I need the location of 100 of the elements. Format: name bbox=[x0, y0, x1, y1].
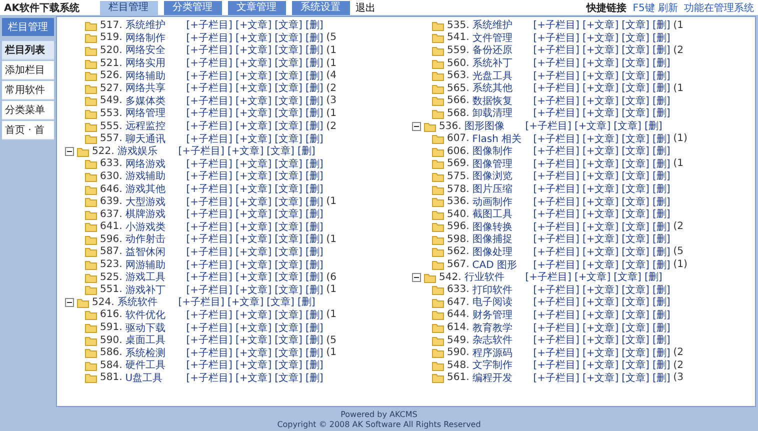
category-link[interactable]: 教育教学 bbox=[472, 320, 530, 335]
sidebar-item[interactable]: 添加栏目 bbox=[2, 61, 54, 80]
action-link[interactable]: [删] bbox=[305, 132, 324, 146]
action-link[interactable]: [删] bbox=[652, 333, 670, 348]
action-link[interactable]: [文章] bbox=[274, 106, 302, 120]
action-link[interactable]: [文章] bbox=[614, 270, 642, 284]
sidebar-item[interactable]: 常用软件 bbox=[2, 81, 54, 100]
category-link[interactable]: Flash 相关 bbox=[472, 132, 530, 146]
action-link[interactable]: [+子栏目] bbox=[533, 94, 580, 108]
sidebar-heading[interactable]: 栏目管理 bbox=[2, 18, 54, 36]
action-link[interactable]: [+子栏目] bbox=[533, 132, 580, 146]
action-link[interactable]: [删] bbox=[652, 258, 670, 272]
action-link[interactable]: [删] bbox=[652, 81, 670, 96]
category-link[interactable]: U盘工具 bbox=[125, 370, 184, 385]
action-link[interactable]: [+文章] bbox=[582, 333, 619, 348]
action-link[interactable]: [+文章] bbox=[582, 144, 619, 158]
action-link[interactable]: [+子栏目] bbox=[186, 182, 232, 196]
collapse-icon[interactable] bbox=[65, 146, 74, 156]
action-link[interactable]: [+文章] bbox=[235, 370, 272, 385]
action-link[interactable]: [删] bbox=[652, 295, 670, 310]
action-link[interactable]: [文章] bbox=[622, 182, 650, 196]
action-link[interactable]: [+文章] bbox=[235, 232, 272, 246]
category-link[interactable]: 系统补丁 bbox=[472, 56, 530, 70]
action-link[interactable]: [文章] bbox=[622, 346, 650, 360]
action-link[interactable]: [文章] bbox=[274, 232, 302, 246]
action-link[interactable]: [删] bbox=[652, 220, 670, 234]
action-link[interactable]: [+文章] bbox=[235, 132, 272, 146]
action-link[interactable]: [+文章] bbox=[582, 43, 619, 58]
action-link[interactable]: [删] bbox=[305, 220, 324, 234]
action-link[interactable]: [文章] bbox=[274, 68, 302, 83]
action-link[interactable]: [文章] bbox=[622, 333, 650, 348]
action-link[interactable]: [+文章] bbox=[235, 156, 272, 171]
action-link[interactable]: [+文章] bbox=[574, 119, 611, 134]
action-link[interactable]: [删] bbox=[305, 182, 324, 196]
action-link[interactable]: [+文章] bbox=[582, 182, 619, 196]
action-link[interactable]: [+文章] bbox=[235, 358, 272, 372]
action-link[interactable]: [+子栏目] bbox=[533, 106, 580, 120]
action-link[interactable]: [文章] bbox=[622, 232, 650, 246]
action-link[interactable]: [+子栏目] bbox=[186, 370, 232, 385]
action-link[interactable]: [+子栏目] bbox=[533, 295, 580, 310]
action-link[interactable]: [+文章] bbox=[582, 132, 619, 146]
action-link[interactable]: [文章] bbox=[266, 144, 294, 158]
action-link[interactable]: [文章] bbox=[622, 244, 650, 259]
action-link[interactable]: [删] bbox=[652, 132, 670, 146]
action-link[interactable]: [+子栏目] bbox=[186, 244, 232, 259]
action-link[interactable]: [+文章] bbox=[582, 207, 619, 222]
action-link[interactable]: [+文章] bbox=[582, 258, 619, 272]
action-link[interactable]: [删] bbox=[297, 295, 316, 310]
category-link[interactable]: 网络管理 bbox=[125, 106, 184, 120]
action-link[interactable]: [文章] bbox=[622, 282, 650, 297]
action-link[interactable]: [+文章] bbox=[235, 18, 272, 32]
action-link[interactable]: [删] bbox=[305, 333, 324, 348]
action-link[interactable]: [+子栏目] bbox=[533, 220, 580, 234]
action-link[interactable]: [文章] bbox=[622, 320, 650, 335]
action-link[interactable]: [删] bbox=[652, 106, 670, 120]
action-link[interactable]: [+子栏目] bbox=[186, 132, 232, 146]
action-link[interactable]: [文章] bbox=[274, 370, 302, 385]
action-link[interactable]: [+子栏目] bbox=[186, 119, 232, 134]
action-link[interactable]: [删] bbox=[652, 68, 670, 83]
action-link[interactable]: [+文章] bbox=[235, 43, 272, 58]
category-link[interactable]: 截图工具 bbox=[472, 207, 530, 222]
action-link[interactable]: [+文章] bbox=[582, 106, 619, 120]
action-link[interactable]: [+文章] bbox=[582, 194, 619, 209]
quick-link[interactable]: F5键 刷新 bbox=[632, 0, 678, 14]
action-link[interactable]: [删] bbox=[652, 30, 670, 45]
nav-tab[interactable]: 文章管理 bbox=[228, 0, 286, 14]
action-link[interactable]: [文章] bbox=[274, 270, 302, 284]
action-link[interactable]: [删] bbox=[305, 81, 324, 96]
action-link[interactable]: [文章] bbox=[274, 119, 302, 134]
category-link[interactable]: 文件管理 bbox=[472, 30, 530, 45]
category-link[interactable]: 远程监控 bbox=[125, 119, 184, 134]
category-link[interactable]: 棋牌游戏 bbox=[125, 207, 184, 222]
category-link[interactable]: 网络制作 bbox=[125, 30, 184, 45]
action-link[interactable]: [删] bbox=[652, 346, 670, 360]
category-link[interactable]: 卸载清理 bbox=[472, 106, 530, 120]
action-link[interactable]: [删] bbox=[652, 308, 670, 322]
action-link[interactable]: [+子栏目] bbox=[186, 194, 232, 209]
action-link[interactable]: [删] bbox=[305, 270, 324, 284]
category-link[interactable]: 网络游戏 bbox=[125, 156, 184, 171]
action-link[interactable]: [+文章] bbox=[582, 370, 619, 385]
action-link[interactable]: [+子栏目] bbox=[186, 346, 232, 360]
action-link[interactable]: [+文章] bbox=[582, 346, 619, 360]
action-link[interactable]: [+子栏目] bbox=[533, 207, 580, 222]
sidebar-item[interactable]: 首页 · 首 bbox=[2, 121, 54, 140]
action-link[interactable]: [+文章] bbox=[582, 220, 619, 234]
action-link[interactable]: [删] bbox=[305, 156, 324, 171]
action-link[interactable]: [+子栏目] bbox=[533, 232, 580, 246]
action-link[interactable]: [+子栏目] bbox=[186, 358, 232, 372]
category-link[interactable]: 网络安全 bbox=[125, 43, 184, 58]
action-link[interactable]: [+子栏目] bbox=[533, 144, 580, 158]
action-link[interactable]: [+文章] bbox=[235, 94, 272, 108]
action-link[interactable]: [文章] bbox=[274, 194, 302, 209]
action-link[interactable]: [+文章] bbox=[582, 295, 619, 310]
action-link[interactable]: [+文章] bbox=[235, 182, 272, 196]
action-link[interactable]: [+子栏目] bbox=[186, 156, 232, 171]
action-link[interactable]: [文章] bbox=[622, 295, 650, 310]
action-link[interactable]: [+文章] bbox=[235, 56, 272, 70]
action-link[interactable]: [文章] bbox=[622, 68, 650, 83]
action-link[interactable]: [+子栏目] bbox=[525, 270, 572, 284]
action-link[interactable]: [+文章] bbox=[582, 18, 619, 32]
